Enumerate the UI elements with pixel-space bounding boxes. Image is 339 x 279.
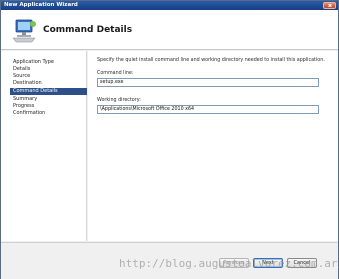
- step-source[interactable]: Source: [10, 73, 86, 80]
- computer-wizard-icon: [12, 19, 36, 43]
- window-title: New Application Wizard: [4, 2, 78, 8]
- step-summary[interactable]: Summary: [10, 96, 86, 103]
- blog-watermark: http://blog.augustoalvarez.com.ar/: [119, 257, 339, 270]
- wizard-header: Command Details: [1, 10, 338, 50]
- command-line-label: Command line:: [97, 71, 134, 76]
- step-command-details[interactable]: Command Details: [10, 88, 87, 95]
- step-details[interactable]: Details: [10, 66, 86, 73]
- command-line-input[interactable]: setup.exe: [97, 78, 319, 87]
- page-title: Command Details: [43, 25, 133, 35]
- step-application-type[interactable]: Application Type: [10, 59, 86, 66]
- wizard-step-list: Application Type Details Source Destinat…: [1, 51, 87, 241]
- working-directory-input[interactable]: \Applications\Microsoft Office 2010 x64: [97, 105, 319, 114]
- instructions-text: Specify the quiet install command line a…: [97, 58, 325, 63]
- step-confirmation[interactable]: Confirmation: [10, 110, 86, 117]
- title-bar: New Application Wizard: [1, 1, 338, 10]
- wizard-window: New Application Wizard Command Details A…: [0, 0, 339, 279]
- working-directory-label: Working directory:: [97, 98, 141, 103]
- step-progress[interactable]: Progress: [10, 103, 86, 110]
- step-destination[interactable]: Destination: [10, 80, 86, 87]
- main-panel: Specify the quiet install command line a…: [88, 51, 338, 241]
- close-button[interactable]: [323, 2, 336, 9]
